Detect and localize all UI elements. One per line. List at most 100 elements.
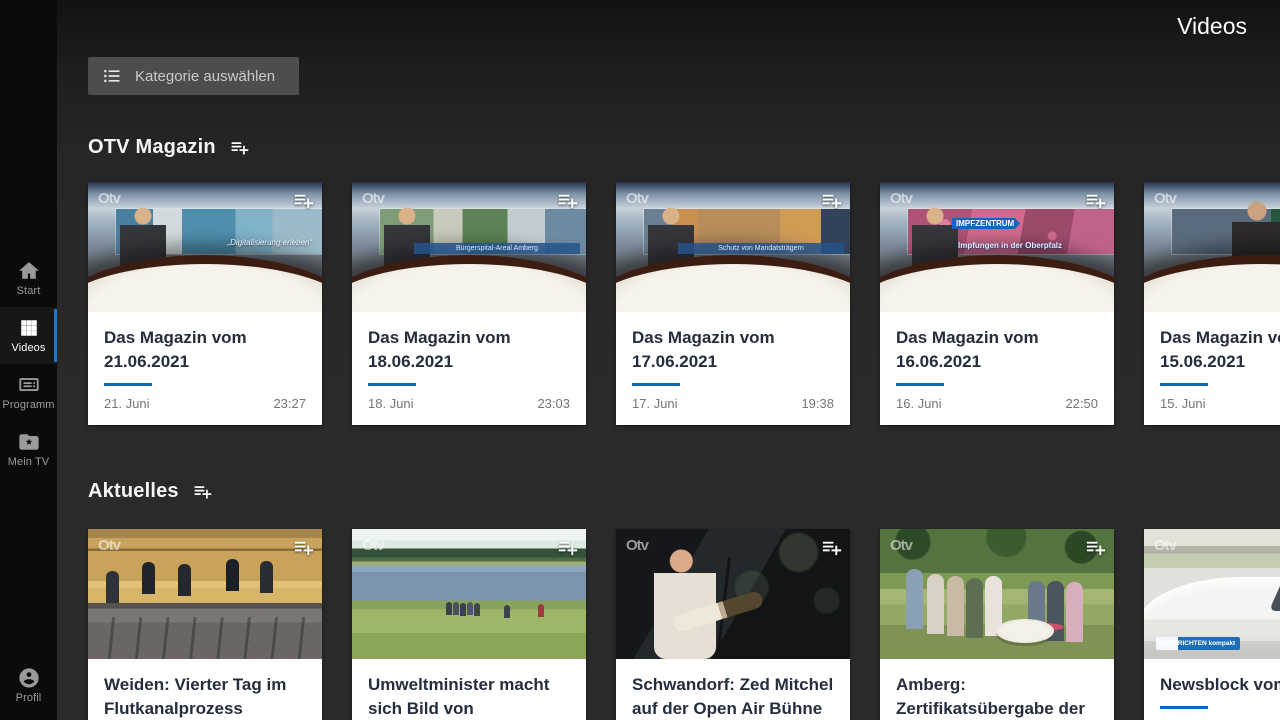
video-date: 16. Juni — [896, 396, 942, 411]
video-title: Das Magazin vom 18.06.2021 — [368, 326, 570, 374]
otv-watermark-logo: Otv — [1154, 190, 1176, 207]
thumbnail-subject — [120, 206, 166, 284]
sidebar-profile: Profil — [0, 657, 57, 714]
video-card[interactable]: Schutz von Mandatsträgern Otv Das Magazi… — [616, 182, 850, 425]
video-date: 15. Juni — [1160, 396, 1206, 411]
video-title: Schwandorf: Zed Mitchel auf der Open Air… — [632, 673, 834, 720]
content-area: Videos Kategorie auswählen OTV Magazin „… — [57, 0, 1280, 720]
video-info: Umweltminister macht sich Bild von Eixen… — [352, 659, 586, 720]
video-thumbnail: Otv — [88, 529, 322, 659]
video-card[interactable]: NACHRICHTEN kompakt Otv Newsblock vom — [1144, 529, 1280, 720]
video-duration: 23:03 — [537, 396, 570, 411]
thumbnail-caption: IMPFZENTRUM — [952, 218, 1020, 229]
category-select-button[interactable]: Kategorie auswählen — [88, 57, 299, 95]
thumbnail-caption: NACHRICHTEN kompakt — [1156, 637, 1240, 650]
video-title: Newsblock vom — [1160, 673, 1280, 697]
video-card[interactable]: Otv Amberg: Zertifikatsübergabe der Kult… — [880, 529, 1114, 720]
tv-guide-icon — [18, 374, 40, 396]
video-card[interactable]: Otv Das Magazin vom 15.06.2021 15. Juni — [1144, 182, 1280, 425]
title-divider — [1160, 706, 1208, 709]
video-card[interactable]: Otv Schwandorf: Zed Mitchel auf der Open… — [616, 529, 850, 720]
title-divider — [632, 383, 680, 386]
title-divider — [104, 383, 152, 386]
otv-watermark-logo: Otv — [362, 537, 384, 554]
title-divider — [368, 383, 416, 386]
sidebar-nav-group: Start Videos Programm Mein TV — [0, 250, 57, 478]
video-title: Das Magazin vom 15.06.2021 — [1160, 326, 1280, 374]
playlist-add-icon[interactable] — [292, 189, 315, 212]
video-meta: 21. Juni 23:27 — [104, 396, 306, 425]
app-window: Start Videos Programm Mein TV Profil — [0, 0, 1280, 720]
thumbnail-subject — [906, 569, 923, 629]
video-meta: 15. Juni — [1160, 396, 1280, 425]
playlist-add-icon[interactable] — [292, 536, 315, 559]
playlist-add-icon[interactable] — [1084, 189, 1107, 212]
video-info: Das Magazin vom 17.06.2021 17. Juni 19:3… — [616, 312, 850, 425]
playlist-add-icon[interactable] — [820, 189, 843, 212]
home-icon — [18, 260, 40, 282]
video-info: Das Magazin vom 16.06.2021 16. Juni 22:5… — [880, 312, 1114, 425]
video-thumbnail: Bürgerspital-Areal Amberg Otv — [352, 182, 586, 312]
video-date: 21. Juni — [104, 396, 150, 411]
video-info: Das Magazin vom 15.06.2021 15. Juni — [1144, 312, 1280, 425]
sidebar-item-programm[interactable]: Programm — [0, 364, 57, 421]
otv-watermark-logo: Otv — [362, 190, 384, 207]
sidebar-item-label: Profil — [16, 692, 42, 704]
video-thumbnail: Otv — [1144, 182, 1280, 312]
video-card[interactable]: IMPFZENTRUM Impfungen in der Oberpfalz O… — [880, 182, 1114, 425]
video-card[interactable]: Otv Umweltminister macht sich Bild von E… — [352, 529, 586, 720]
video-info: Newsblock vom — [1144, 659, 1280, 720]
video-thumbnail: Otv — [880, 529, 1114, 659]
otv-watermark-logo: Otv — [626, 537, 648, 554]
thumbnail-subject — [446, 602, 452, 615]
video-row: „Digitalisierung erleben“ Otv Das Magazi… — [88, 182, 1280, 425]
thumbnail-caption: Impfungen in der Oberpfalz — [958, 241, 1062, 250]
video-thumbnail: IMPFZENTRUM Impfungen in der Oberpfalz O… — [880, 182, 1114, 312]
account-circle-icon — [18, 667, 40, 689]
video-duration: 23:27 — [273, 396, 306, 411]
playlist-add-icon[interactable] — [229, 137, 250, 158]
video-title: Das Magazin vom 16.06.2021 — [896, 326, 1098, 374]
video-info: Das Magazin vom 21.06.2021 21. Juni 23:2… — [88, 312, 322, 425]
category-button-label: Kategorie auswählen — [135, 68, 275, 85]
thumbnail-subject — [1232, 200, 1280, 304]
sidebar-item-label: Videos — [11, 342, 45, 354]
sidebar-item-videos[interactable]: Videos — [0, 307, 57, 364]
video-card[interactable]: Bürgerspital-Areal Amberg Otv Das Magazi… — [352, 182, 586, 425]
playlist-add-icon[interactable] — [820, 536, 843, 559]
sidebar-item-label: Programm — [2, 399, 54, 411]
video-info: Das Magazin vom 18.06.2021 18. Juni 23:0… — [352, 312, 586, 425]
video-duration: 19:38 — [801, 396, 834, 411]
thumbnail-subject — [142, 562, 155, 594]
title-divider — [896, 383, 944, 386]
sidebar-item-label: Mein TV — [8, 456, 49, 468]
sidebar-item-label: Start — [17, 285, 41, 297]
section-otv-magazin: OTV Magazin „Digitalisierung erleben“ Ot… — [88, 95, 1280, 425]
video-thumbnail: Schutz von Mandatsträgern Otv — [616, 182, 850, 312]
video-thumbnail: „Digitalisierung erleben“ Otv — [88, 182, 322, 312]
video-card[interactable]: Otv Weiden: Vierter Tag im Flutkanalproz… — [88, 529, 322, 720]
video-thumbnail: Otv — [352, 529, 586, 659]
playlist-add-icon[interactable] — [192, 481, 213, 502]
playlist-add-icon[interactable] — [1084, 536, 1107, 559]
thumbnail-subject — [912, 206, 958, 284]
video-thumbnail: NACHRICHTEN kompakt Otv — [1144, 529, 1280, 659]
sidebar-item-mein-tv[interactable]: Mein TV — [0, 421, 57, 478]
otv-watermark-logo: Otv — [890, 537, 912, 554]
section-header: OTV Magazin — [88, 95, 1280, 159]
playlist-add-icon[interactable] — [556, 536, 579, 559]
video-title: Das Magazin vom 17.06.2021 — [632, 326, 834, 374]
playlist-add-icon[interactable] — [556, 189, 579, 212]
video-duration: 22:50 — [1065, 396, 1098, 411]
sidebar-item-profil[interactable]: Profil — [0, 657, 57, 714]
video-card[interactable]: „Digitalisierung erleben“ Otv Das Magazi… — [88, 182, 322, 425]
sidebar-item-start[interactable]: Start — [0, 250, 57, 307]
video-title: Umweltminister macht sich Bild von Eixen… — [368, 673, 570, 720]
otv-watermark-logo: Otv — [98, 190, 120, 207]
folder-star-icon — [18, 431, 40, 453]
video-meta: 16. Juni 22:50 — [896, 396, 1098, 425]
thumbnail-subject — [654, 549, 716, 659]
video-title: Weiden: Vierter Tag im Flutkanalprozess — [104, 673, 306, 720]
video-info: Weiden: Vierter Tag im Flutkanalprozess — [88, 659, 322, 720]
active-indicator — [54, 309, 57, 362]
